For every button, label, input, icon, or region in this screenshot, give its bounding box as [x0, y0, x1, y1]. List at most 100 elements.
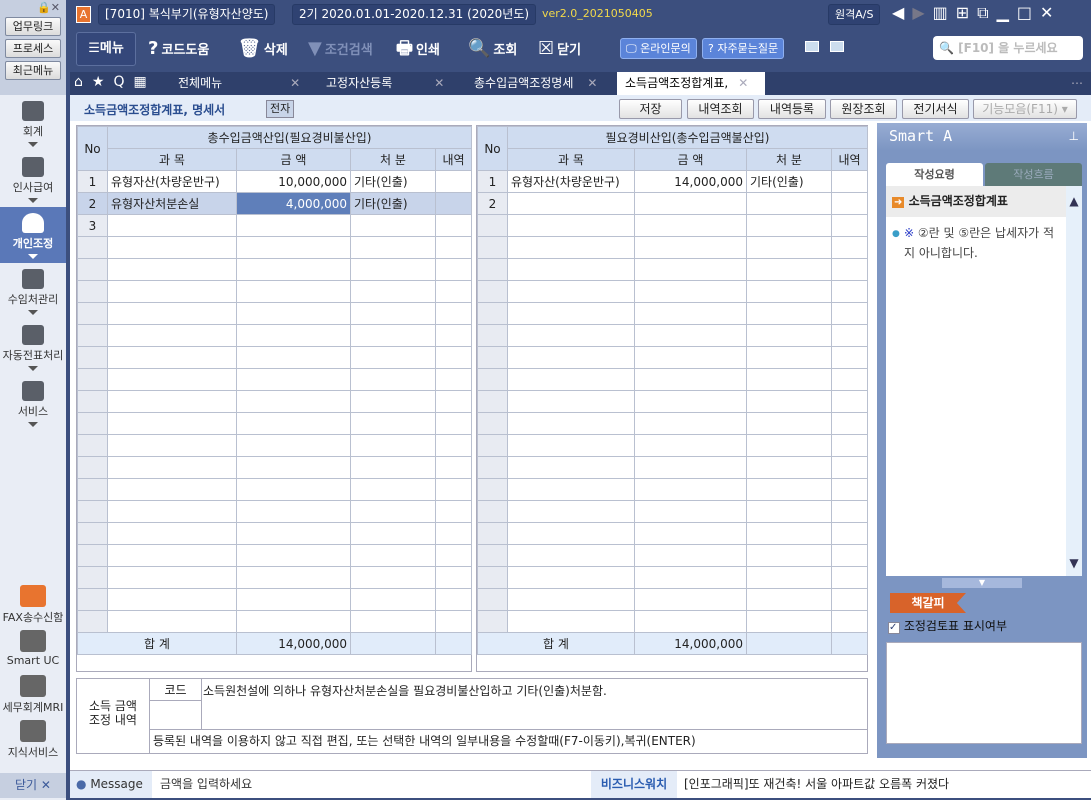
amount-cell[interactable] [236, 236, 351, 259]
tab-tools[interactable]: ⌂★Q▦ [74, 74, 156, 90]
detail-cell[interactable] [435, 610, 472, 633]
disposition-cell[interactable] [350, 500, 436, 523]
disposition-cell[interactable] [746, 324, 832, 347]
work-link-button[interactable]: 업무링크 [5, 17, 61, 36]
amount-cell[interactable] [236, 412, 351, 435]
item-cell[interactable] [107, 280, 237, 303]
disposition-cell[interactable] [350, 566, 436, 589]
fiscal-period[interactable]: 2기 2020.01.01-2020.12.31 (2020년도) [292, 4, 537, 25]
disposition-cell[interactable] [350, 478, 436, 501]
faq-button[interactable]: ? 자주묻는질문 [702, 38, 785, 59]
window-controls[interactable]: ◀▶▥⊞⧉▁□✕ [892, 3, 1061, 23]
history-lookup-button[interactable]: 내역조회 [687, 99, 754, 119]
detail-cell[interactable] [435, 324, 472, 347]
item-cell[interactable] [107, 390, 237, 413]
item-cell[interactable] [507, 456, 635, 479]
detail-cell[interactable] [831, 610, 868, 633]
detail-cell[interactable] [831, 302, 868, 325]
item-cell[interactable] [107, 456, 237, 479]
item-cell[interactable] [507, 544, 635, 567]
amount-cell[interactable] [236, 610, 351, 633]
panel-left-icon[interactable] [805, 41, 819, 52]
amount-cell[interactable] [634, 500, 747, 523]
detail-cell[interactable] [831, 324, 868, 347]
amount-cell[interactable] [634, 324, 747, 347]
bookmark-list[interactable] [886, 642, 1082, 744]
memo-text[interactable]: 소득원천설에 의하나 유형자산처분손실을 필요경비불산입하고 기타(인출)처분함… [203, 682, 863, 699]
amount-cell[interactable]: 10,000,000 [236, 170, 351, 193]
disposition-cell[interactable] [746, 456, 832, 479]
detail-cell[interactable] [435, 412, 472, 435]
disposition-cell[interactable] [746, 192, 832, 215]
disposition-cell[interactable] [350, 610, 436, 633]
sidebar-item-4[interactable]: 자동전표처리 [0, 319, 66, 375]
item-cell[interactable] [107, 412, 237, 435]
delete-button[interactable]: 🗑 삭제 [238, 37, 288, 63]
item-cell[interactable]: 유형자산(차량운반구) [107, 170, 237, 193]
detail-cell[interactable] [435, 236, 472, 259]
item-cell[interactable] [507, 500, 635, 523]
item-cell[interactable] [107, 500, 237, 523]
more-tabs-icon[interactable]: … [1071, 73, 1083, 87]
item-cell[interactable] [107, 324, 237, 347]
amount-cell[interactable] [634, 478, 747, 501]
save-button[interactable]: 저장 [619, 99, 682, 119]
detail-cell[interactable] [831, 170, 868, 193]
item-cell[interactable] [507, 588, 635, 611]
lookup-button[interactable]: 🔍 조회 [468, 37, 517, 63]
disposition-cell[interactable] [350, 522, 436, 545]
disposition-cell[interactable] [350, 544, 436, 567]
scrollbar[interactable]: ▲ ▼ [1066, 186, 1082, 576]
electronic-badge[interactable]: 전자 [266, 100, 295, 118]
ledger-lookup-button[interactable]: 원장조회 [830, 99, 897, 119]
disposition-cell[interactable] [746, 588, 832, 611]
disposition-cell[interactable] [746, 566, 832, 589]
disposition-cell[interactable] [350, 236, 436, 259]
disposition-cell[interactable] [350, 214, 436, 237]
disposition-cell[interactable] [746, 346, 832, 369]
amount-cell[interactable] [236, 434, 351, 457]
code-input[interactable] [150, 701, 202, 729]
item-cell[interactable] [507, 522, 635, 545]
amount-cell[interactable] [634, 368, 747, 391]
amount-cell[interactable] [236, 456, 351, 479]
print-button[interactable]: 🖶 인쇄 [396, 37, 440, 63]
amount-cell[interactable] [236, 302, 351, 325]
disposition-cell[interactable] [746, 544, 832, 567]
amount-cell[interactable] [634, 390, 747, 413]
detail-cell[interactable] [831, 412, 868, 435]
disposition-cell[interactable] [746, 610, 832, 633]
detail-cell[interactable] [831, 236, 868, 259]
disposition-cell[interactable] [746, 412, 832, 435]
detail-cell[interactable] [435, 258, 472, 281]
detail-cell[interactable] [831, 346, 868, 369]
amount-cell[interactable] [634, 566, 747, 589]
amount-cell[interactable] [634, 280, 747, 303]
disposition-cell[interactable] [350, 588, 436, 611]
sidebar-item-1[interactable]: 인사급여 [0, 151, 66, 207]
disposition-cell[interactable] [350, 434, 436, 457]
amount-cell[interactable] [236, 346, 351, 369]
disposition-cell[interactable] [746, 280, 832, 303]
detail-cell[interactable] [435, 346, 472, 369]
detail-cell[interactable] [831, 478, 868, 501]
item-cell[interactable] [507, 280, 635, 303]
function-menu-dropdown[interactable]: 기능모음(F11) ▾ [973, 99, 1077, 119]
detail-cell[interactable] [831, 544, 868, 567]
amount-cell[interactable] [236, 478, 351, 501]
item-cell[interactable] [507, 478, 635, 501]
detail-cell[interactable] [831, 522, 868, 545]
news-ticker[interactable]: [인포그래픽]또 재건축! 서울 아파트값 오름폭 커졌다 [684, 771, 949, 798]
item-cell[interactable] [107, 302, 237, 325]
sidebar-item-0[interactable]: 회계 [0, 95, 66, 151]
tab-writing-flow[interactable]: 작성흐름 [985, 163, 1082, 186]
disposition-cell[interactable] [350, 346, 436, 369]
amount-cell[interactable] [634, 522, 747, 545]
item-cell[interactable] [107, 258, 237, 281]
amount-cell[interactable] [634, 588, 747, 611]
disposition-cell[interactable] [350, 280, 436, 303]
item-cell[interactable] [107, 566, 237, 589]
amount-cell[interactable] [634, 302, 747, 325]
detail-cell[interactable] [435, 390, 472, 413]
item-cell[interactable] [507, 610, 635, 633]
